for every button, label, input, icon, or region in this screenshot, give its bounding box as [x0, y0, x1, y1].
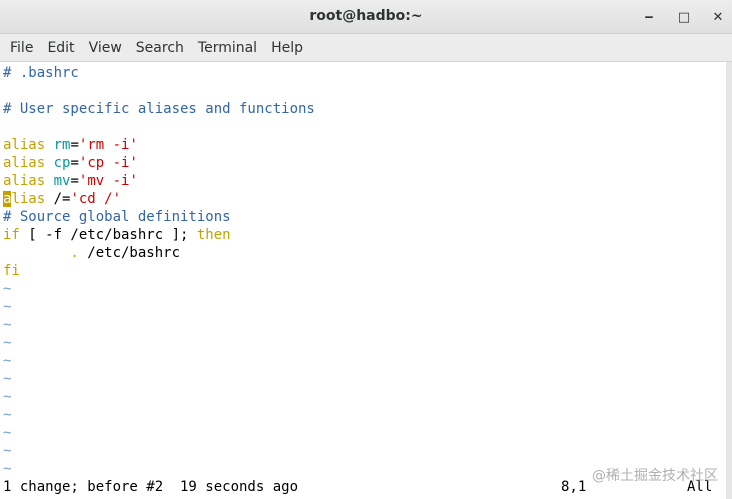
menu-search[interactable]: Search: [130, 34, 190, 62]
keyword: alias: [3, 137, 46, 153]
alias-name: mv: [53, 173, 71, 189]
menu-help[interactable]: Help: [265, 34, 309, 62]
alias-value: 'rm -i': [78, 137, 138, 153]
editor-line-cursor: alias /='cd /': [3, 190, 121, 208]
cursor-position: 8,1: [561, 479, 587, 495]
empty-line-tilde: ~: [3, 389, 12, 405]
maximize-icon[interactable]: □: [675, 8, 693, 26]
empty-line-tilde: ~: [3, 317, 12, 333]
empty-line-tilde: ~: [3, 281, 12, 297]
keyword: alias: [3, 173, 46, 189]
equals: =: [70, 173, 79, 189]
empty-line-tilde: ~: [3, 299, 12, 315]
menu-view[interactable]: View: [83, 34, 128, 62]
empty-line-tilde: ~: [3, 371, 12, 387]
editor-line: # Source global definitions: [3, 209, 231, 225]
empty-line-tilde: ~: [3, 335, 12, 351]
editor-line: alias mv='mv -i': [3, 172, 138, 190]
keyword: alias: [3, 155, 46, 171]
keyword: lias: [11, 191, 46, 207]
title-bar: root@hadbo:~ ‒ □ ✕: [0, 0, 732, 34]
source-path: /etc/bashrc: [78, 245, 181, 261]
alias-name: /=: [45, 191, 71, 207]
empty-line-tilde: ~: [3, 353, 12, 369]
equals: =: [70, 155, 79, 171]
alias-value: 'cp -i': [78, 155, 138, 171]
editor-line: # User specific aliases and functions: [3, 101, 315, 117]
empty-line-tilde: ~: [3, 407, 12, 423]
keyword: then: [196, 227, 231, 243]
menu-bar: File Edit View Search Terminal Help: [0, 34, 732, 62]
status-message: 1 change; before #2 19 seconds ago: [3, 479, 299, 495]
editor-line: alias rm='rm -i': [3, 136, 138, 154]
menu-file[interactable]: File: [4, 34, 39, 62]
editor-line: . /etc/bashrc: [3, 244, 180, 262]
watermark: @稀土掘金技术社区: [592, 468, 718, 484]
empty-line-tilde: ~: [3, 443, 12, 459]
alias-name: rm: [53, 137, 71, 153]
scrollbar[interactable]: [726, 62, 732, 499]
empty-line-tilde: ~: [3, 461, 12, 477]
alias-name: cp: [53, 155, 71, 171]
alias-value: 'mv -i': [78, 173, 138, 189]
terminal-area[interactable]: # .bashrc # User specific aliases and fu…: [0, 62, 726, 499]
condition: [ -f /etc/bashrc ];: [19, 227, 197, 243]
menu-terminal[interactable]: Terminal: [192, 34, 263, 62]
equals: =: [70, 137, 79, 153]
window-title: root@hadbo:~: [309, 8, 423, 24]
source-dot: .: [3, 245, 79, 261]
editor-line: fi: [3, 263, 20, 279]
alias-value: 'cd /': [70, 191, 122, 207]
menu-edit[interactable]: Edit: [41, 34, 80, 62]
editor-line: # .bashrc: [3, 65, 79, 81]
editor-line: alias cp='cp -i': [3, 154, 138, 172]
keyword: if: [3, 227, 20, 243]
minimize-icon[interactable]: ‒: [640, 8, 658, 26]
close-icon[interactable]: ✕: [709, 8, 727, 26]
editor-line: if [ -f /etc/bashrc ]; then: [3, 226, 231, 244]
empty-line-tilde: ~: [3, 425, 12, 441]
